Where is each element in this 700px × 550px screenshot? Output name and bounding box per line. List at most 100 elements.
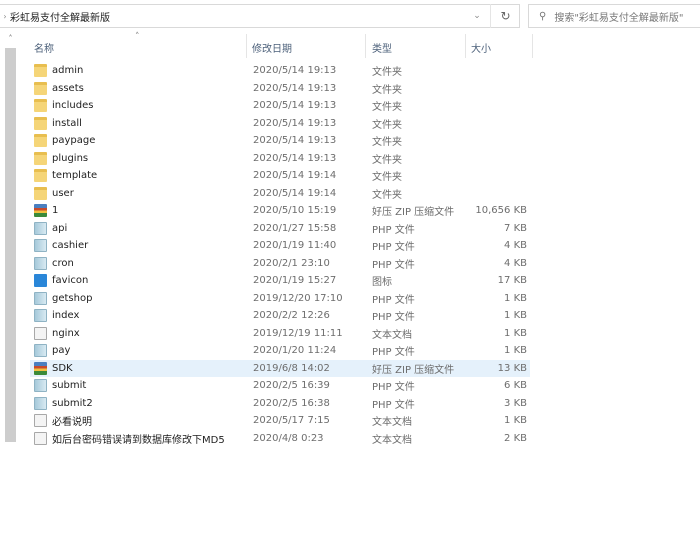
folder-icon	[34, 169, 47, 182]
php-icon	[34, 221, 47, 235]
file-row[interactable]: install 2020/5/14 19:13 文件夹	[30, 115, 530, 132]
folder-icon	[34, 64, 47, 77]
file-size: 1 KB	[504, 327, 527, 339]
file-name: pay	[52, 345, 71, 356]
file-row[interactable]: index 2020/2/2 12:26 PHP 文件 1 KB	[30, 307, 530, 324]
file-row[interactable]: pay 2020/1/20 11:24 PHP 文件 1 KB	[30, 342, 530, 359]
file-name: favicon	[52, 275, 89, 286]
file-row[interactable]: cron 2020/2/1 23:10 PHP 文件 4 KB	[30, 255, 530, 272]
file-type: 文件夹	[372, 137, 402, 148]
scroll-up-icon[interactable]: ˄	[4, 34, 17, 46]
file-type: 文件夹	[372, 172, 402, 183]
file-date: 2020/5/17 7:15	[253, 415, 330, 426]
file-date: 2020/1/19 15:27	[253, 275, 337, 286]
file-name: template	[52, 170, 98, 181]
file-name: 1	[52, 205, 59, 216]
txt-icon	[34, 414, 47, 427]
file-row[interactable]: plugins 2020/5/14 19:13 文件夹	[30, 150, 530, 167]
column-divider[interactable]	[246, 34, 247, 58]
file-row[interactable]: assets 2020/5/14 19:13 文件夹	[30, 80, 530, 97]
file-row[interactable]: paypage 2020/5/14 19:13 文件夹	[30, 132, 530, 149]
file-type: 文件夹	[372, 102, 402, 113]
file-date: 2020/4/8 0:23	[253, 432, 324, 444]
file-row[interactable]: includes 2020/5/14 19:13 文件夹	[30, 97, 530, 114]
file-type: 文件夹	[372, 84, 402, 96]
file-type: PHP 文件	[372, 242, 415, 253]
address-path[interactable]: 彩虹易支付全解最新版	[10, 9, 465, 24]
file-row[interactable]: 必看说明 2020/5/17 7:15 文本文档 1 KB	[30, 412, 530, 429]
file-type: PHP 文件	[372, 294, 415, 306]
file-row[interactable]: 1 2020/5/10 15:19 好压 ZIP 压缩文件 10,656 KB	[30, 202, 530, 219]
file-type: 图标	[372, 277, 392, 288]
file-row[interactable]: favicon 2020/1/19 15:27 图标 17 KB	[30, 272, 530, 289]
file-type: PHP 文件	[372, 224, 415, 236]
file-row[interactable]: template 2020/5/14 19:14 文件夹	[30, 167, 530, 184]
file-size: 17 KB	[497, 275, 527, 286]
file-name: submit	[52, 380, 87, 391]
php-icon	[34, 239, 47, 252]
file-name: plugins	[52, 152, 89, 164]
txt-icon	[34, 326, 47, 340]
file-type: 文本文档	[372, 329, 412, 341]
file-size: 4 KB	[504, 257, 527, 269]
file-row[interactable]: cashier 2020/1/19 11:40 PHP 文件 4 KB	[30, 237, 530, 254]
file-name: 如后台密码错误请到数据库修改下MD5	[52, 434, 225, 446]
search-input[interactable]: ⚲ 搜索"彩虹易支付全解最新版"	[528, 4, 700, 28]
file-row[interactable]: admin 2020/5/14 19:13 文件夹	[30, 62, 530, 79]
scrollbar-thumb[interactable]	[5, 48, 16, 442]
file-date: 2020/5/14 19:13	[253, 100, 337, 111]
file-row[interactable]: api 2020/1/27 15:58 PHP 文件 7 KB	[30, 220, 530, 237]
column-header-name[interactable]: 名称	[34, 40, 54, 55]
file-name: user	[52, 187, 74, 199]
file-type: 文件夹	[372, 119, 402, 131]
file-date: 2020/5/14 19:13	[253, 82, 337, 94]
column-headers: 名称 ˄ 修改日期 类型 大小	[20, 32, 700, 58]
file-size: 1 KB	[504, 415, 527, 426]
file-date: 2020/2/2 12:26	[253, 310, 330, 321]
file-row[interactable]: user 2020/5/14 19:14 文件夹	[30, 185, 530, 202]
php-icon	[34, 379, 47, 392]
vertical-scrollbar[interactable]: ˄	[4, 34, 17, 444]
file-size: 2 KB	[504, 432, 527, 444]
file-row[interactable]: getshop 2019/12/20 17:10 PHP 文件 1 KB	[30, 290, 530, 307]
file-row[interactable]: SDK 2019/6/8 14:02 好压 ZIP 压缩文件 13 KB	[30, 359, 530, 377]
php-icon	[34, 291, 47, 305]
txt-icon	[34, 431, 47, 445]
address-bar[interactable]: › 彩虹易支付全解最新版 ⌄	[0, 4, 520, 28]
column-header-type[interactable]: 类型	[372, 40, 392, 55]
zip-icon	[34, 204, 47, 217]
file-date: 2019/6/8 14:02	[253, 362, 330, 374]
file-date: 2020/2/5 16:38	[253, 397, 330, 409]
file-name: assets	[52, 82, 84, 94]
file-type: 好压 ZIP 压缩文件	[372, 207, 455, 218]
column-divider[interactable]	[465, 34, 466, 58]
file-date: 2020/1/27 15:58	[253, 222, 337, 234]
breadcrumb-chevron-icon[interactable]: ›	[0, 12, 10, 21]
file-name: includes	[52, 100, 94, 111]
php-icon	[34, 256, 47, 270]
refresh-button[interactable]: ↻	[490, 4, 520, 28]
file-row[interactable]: submit2 2020/2/5 16:38 PHP 文件 3 KB	[30, 395, 530, 412]
file-size: 10,656 KB	[475, 205, 527, 216]
search-placeholder: 搜索"彩虹易支付全解最新版"	[554, 12, 684, 24]
file-name: nginx	[52, 327, 80, 339]
column-divider[interactable]	[365, 34, 366, 58]
file-row[interactable]: 如后台密码错误请到数据库修改下MD5 2020/4/8 0:23 文本文档 2 …	[30, 430, 530, 447]
column-divider[interactable]	[532, 34, 533, 58]
column-header-date[interactable]: 修改日期	[252, 40, 292, 55]
file-type: 好压 ZIP 压缩文件	[372, 364, 455, 376]
chevron-down-icon[interactable]: ⌄	[465, 11, 489, 21]
file-name: cron	[52, 257, 74, 269]
file-row[interactable]: submit 2020/2/5 16:39 PHP 文件 6 KB	[30, 377, 530, 394]
php-icon	[34, 396, 47, 410]
file-name: paypage	[52, 135, 96, 146]
folder-icon	[34, 134, 47, 147]
column-header-size[interactable]: 大小	[471, 40, 491, 55]
file-name: submit2	[52, 397, 93, 409]
folder-icon	[34, 81, 47, 95]
file-name: install	[52, 117, 82, 129]
file-row[interactable]: nginx 2019/12/19 11:11 文本文档 1 KB	[30, 325, 530, 342]
file-date: 2020/5/10 15:19	[253, 205, 337, 216]
file-size: 4 KB	[504, 240, 527, 251]
file-date: 2020/5/14 19:13	[253, 152, 337, 164]
